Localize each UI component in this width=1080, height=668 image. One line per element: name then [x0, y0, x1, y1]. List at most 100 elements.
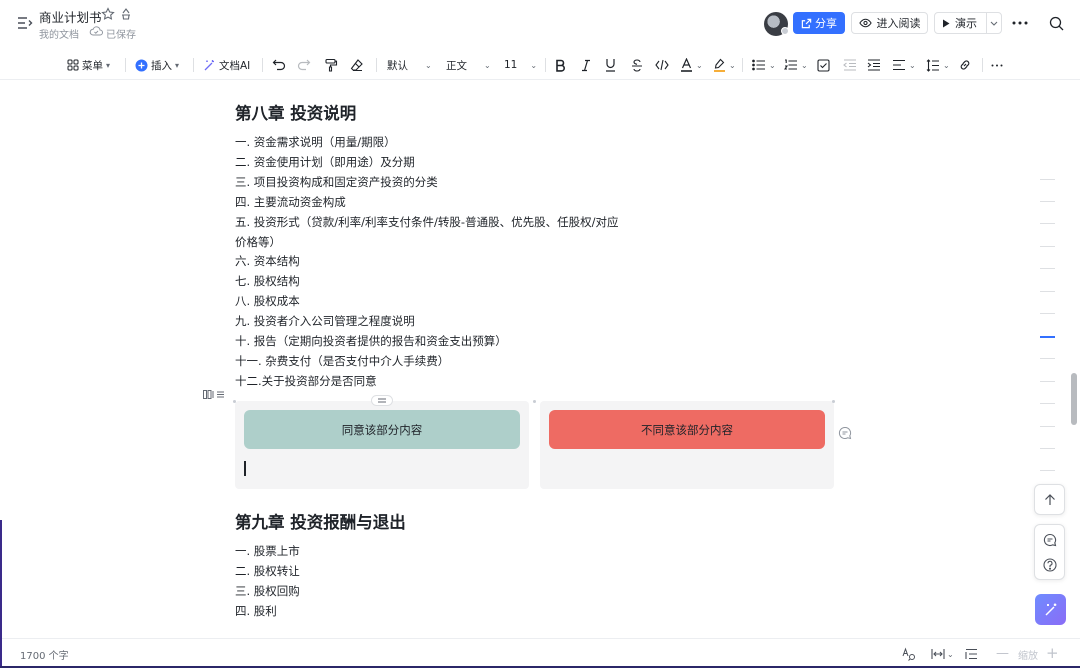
outline-toggle-icon[interactable] — [965, 646, 978, 662]
play-icon — [942, 19, 950, 28]
underline-button[interactable] — [605, 55, 616, 75]
read-mode-button[interactable]: 进入阅读 — [851, 12, 928, 34]
chevron-down-icon: ▾ — [106, 60, 111, 70]
outline-marker[interactable] — [1040, 426, 1055, 427]
list-item[interactable]: 十二.关于投资部分是否同意 — [235, 373, 377, 389]
document-title[interactable]: 商业计划书 — [39, 7, 102, 26]
inline-code-button[interactable] — [655, 55, 669, 75]
list-item[interactable]: 价格等） — [235, 234, 281, 250]
tidy-icon[interactable] — [119, 7, 133, 21]
format-painter-button[interactable] — [324, 55, 338, 75]
font-color-button[interactable]: ⌄ — [680, 55, 703, 75]
document-canvas[interactable]: 第八章 投资说明 一. 资金需求说明（用量/期限） 二. 资金使用计划（即用途）… — [0, 81, 1080, 638]
word-count[interactable]: 1700 个字 — [20, 647, 69, 662]
task-list-button[interactable] — [817, 55, 830, 75]
list-item[interactable]: 九. 投资者介入公司管理之程度说明 — [235, 313, 415, 329]
list-item[interactable]: 三. 项目投资构成和固定资产投资的分类 — [235, 174, 438, 190]
ai-assistant-button[interactable] — [1035, 594, 1066, 625]
toolbar-divider — [262, 58, 263, 72]
paragraph-style-select[interactable]: 正文 ⌄ — [446, 55, 491, 75]
outline-marker[interactable] — [1040, 179, 1055, 180]
list-item[interactable]: 十. 报告（定期向投资者提供的报告和资金支出预算） — [235, 333, 507, 349]
outline-marker[interactable] — [1040, 246, 1055, 247]
highlight-button[interactable]: ⌄ — [713, 55, 736, 75]
font-family-select[interactable]: 默认 ⌄ — [387, 55, 432, 75]
sidebar-toggle-icon[interactable] — [16, 14, 34, 32]
disagree-button[interactable]: 不同意该部分内容 — [549, 410, 825, 449]
list-item[interactable]: 一. 资金需求说明（用量/期限） — [235, 134, 396, 150]
list-item[interactable]: 八. 股权成本 — [235, 293, 300, 309]
list-item[interactable]: 五. 投资形式（贷款/利率/利率支付条件/转股-普通股、优先股、任股权/对应 — [235, 214, 618, 230]
chevron-down-icon: ▾ — [175, 60, 180, 70]
list-item[interactable]: 二. 资金使用计划（即用途）及分期 — [235, 154, 415, 170]
top-header: 商业计划书 我的文档 已保存 分享 进入阅读 演示 — [0, 0, 1080, 46]
insert-button[interactable]: 插入 ▾ — [135, 55, 179, 75]
outline-marker[interactable] — [1040, 358, 1055, 359]
outline-marker[interactable] — [1040, 403, 1055, 404]
undo-button[interactable] — [272, 55, 286, 75]
help-button[interactable] — [1035, 550, 1064, 579]
star-icon[interactable] — [101, 7, 115, 21]
zoom-in-button[interactable]: + — [1046, 644, 1059, 662]
ordered-list-button[interactable]: ⌄ — [784, 55, 808, 75]
list-item[interactable]: 四. 股利 — [235, 603, 277, 619]
block-drag-handle[interactable] — [199, 386, 227, 402]
list-item[interactable]: 六. 资本结构 — [235, 253, 300, 269]
list-item[interactable]: 七. 股权结构 — [235, 273, 300, 289]
undo-icon — [272, 59, 286, 71]
page-width-icon[interactable]: ⌄ — [931, 646, 954, 662]
back-to-top-button[interactable] — [1035, 485, 1064, 514]
list-item[interactable]: 三. 股权回购 — [235, 583, 300, 599]
font-size-label: 11 — [504, 59, 518, 71]
zoom-out-button[interactable]: — — [996, 646, 1009, 661]
agree-button[interactable]: 同意该部分内容 — [244, 410, 520, 449]
list-item[interactable]: 十一. 杂费支付（是否支付中介人手续费） — [235, 353, 449, 369]
doc-ai-button[interactable]: 文档AI — [203, 55, 250, 75]
present-label: 演示 — [955, 17, 977, 30]
bold-button[interactable] — [555, 55, 566, 75]
more-icon[interactable] — [1011, 13, 1029, 33]
chapter-heading[interactable]: 第九章 投资报酬与退出 — [235, 509, 406, 533]
outline-marker[interactable] — [1040, 291, 1055, 292]
outline-marker[interactable] — [1040, 268, 1055, 269]
outline-marker[interactable] — [1040, 223, 1055, 224]
indent-button[interactable] — [867, 55, 881, 75]
chapter-heading[interactable]: 第八章 投资说明 — [235, 100, 356, 124]
outline-marker[interactable] — [1040, 448, 1055, 449]
spellcheck-icon[interactable] — [901, 646, 917, 662]
grid-column-handle[interactable] — [371, 395, 393, 406]
present-dropdown-icon[interactable] — [987, 21, 1001, 26]
outline-marker[interactable] — [1040, 313, 1055, 314]
document-location[interactable]: 我的文档 — [39, 26, 79, 41]
search-icon[interactable] — [1047, 14, 1065, 32]
list-item[interactable]: 二. 股权转让 — [235, 563, 300, 579]
line-spacing-button[interactable]: ⌄ — [926, 55, 950, 75]
chevron-down-icon: ⌄ — [947, 649, 954, 659]
outline-marker-active[interactable] — [1040, 336, 1055, 338]
comment-icon[interactable] — [837, 425, 853, 441]
align-button[interactable]: ⌄ — [892, 55, 916, 75]
toolbar-more-button[interactable] — [991, 55, 1003, 75]
list-item[interactable]: 一. 股票上市 — [235, 543, 300, 559]
outdent-button[interactable] — [843, 55, 857, 75]
drag-handle-icon — [216, 391, 224, 398]
scrollbar-thumb[interactable] — [1071, 373, 1077, 425]
code-icon — [655, 59, 669, 71]
list-item[interactable]: 四. 主要流动资金构成 — [235, 194, 346, 210]
italic-button[interactable] — [581, 55, 591, 75]
outline-marker[interactable] — [1040, 201, 1055, 202]
outline-marker[interactable] — [1040, 381, 1055, 382]
bullet-list-button[interactable]: ⌄ — [752, 55, 776, 75]
link-button[interactable] — [958, 55, 972, 75]
font-color-icon — [680, 58, 693, 72]
present-button[interactable]: 演示 — [934, 12, 1002, 34]
share-button[interactable]: 分享 — [793, 12, 845, 34]
font-size-select[interactable]: 11 ⌄ — [504, 55, 537, 75]
outline-marker[interactable] — [1040, 470, 1055, 471]
strikethrough-button[interactable] — [631, 55, 643, 75]
clear-format-button[interactable] — [350, 55, 364, 75]
present-main-button[interactable]: 演示 — [935, 13, 987, 33]
chevron-down-icon: ⌄ — [530, 60, 538, 70]
menu-button[interactable]: 菜单 ▾ — [67, 55, 110, 75]
redo-button[interactable] — [297, 55, 311, 75]
